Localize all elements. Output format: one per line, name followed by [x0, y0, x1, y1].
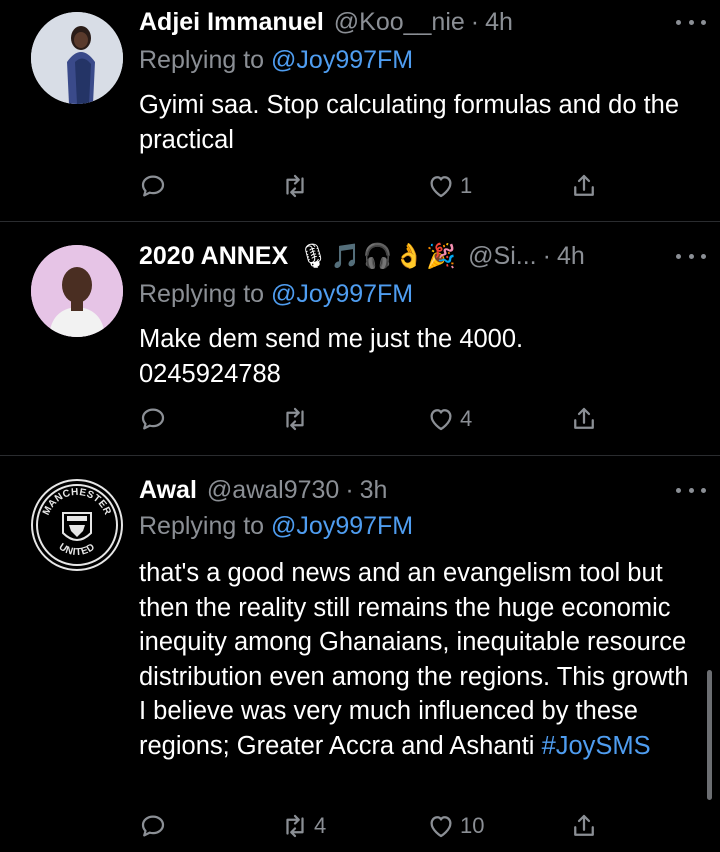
tweet-text-body: that's a good news and an evangelism too…: [139, 559, 696, 760]
retweet-icon: [286, 174, 304, 198]
woman-portrait-avatar: [31, 12, 123, 104]
reply-button[interactable]: [138, 169, 168, 203]
retweet-button[interactable]: [280, 402, 314, 436]
action-bar: 4: [0, 402, 720, 436]
reply-button[interactable]: [138, 809, 168, 843]
man-portrait-avatar: [31, 245, 123, 337]
heart-icon: [430, 409, 452, 431]
retweet-count: 4: [314, 813, 327, 838]
like-count: 1: [460, 173, 473, 198]
more-options-icon[interactable]: [676, 251, 706, 261]
name-emojis: 🎙🎵🎧👌🎉: [298, 242, 459, 270]
avatar[interactable]: [31, 245, 123, 337]
share-icon: [574, 407, 594, 429]
replying-to: Replying to @Joy997FM: [139, 46, 413, 75]
hashtag-link[interactable]: #JoySMS: [542, 732, 651, 760]
replying-to: Replying to @Joy997FM: [139, 280, 413, 309]
share-button[interactable]: [569, 402, 599, 436]
avatar[interactable]: [31, 12, 123, 104]
tweet-text: Make dem send me just the 4000. 02459247…: [139, 325, 524, 388]
like-button[interactable]: 4: [426, 402, 472, 436]
action-bar: 1: [0, 169, 720, 203]
manchester-united-crest: MANCHESTER UNITED: [35, 483, 119, 567]
action-bar: 4 10: [0, 809, 720, 843]
reply-icon: [141, 175, 165, 197]
tweet-3[interactable]: MANCHESTER UNITED Awal @awal9730 · 3h Re…: [0, 456, 720, 852]
heart-icon: [430, 176, 452, 198]
timestamp[interactable]: 4h: [485, 8, 513, 37]
reply-icon: [141, 408, 165, 430]
like-button[interactable]: 1: [426, 169, 472, 203]
share-button[interactable]: [569, 809, 599, 843]
share-icon: [574, 174, 594, 196]
mention-link[interactable]: @Joy997FM: [271, 512, 413, 540]
retweet-button[interactable]: 4: [280, 809, 326, 843]
retweet-icon: [286, 407, 304, 431]
tweet-header: Adjei Immanuel @Koo__nie · 4h: [139, 5, 700, 39]
reply-icon: [141, 815, 165, 837]
reply-button[interactable]: [138, 402, 168, 436]
user-handle[interactable]: @awal9730: [207, 476, 339, 505]
replying-to-label: Replying to: [139, 46, 272, 74]
heart-icon: [430, 816, 452, 838]
like-count: 10: [460, 813, 485, 838]
replying-to: Replying to @Joy997FM: [139, 512, 413, 541]
separator-dot: ·: [470, 7, 480, 36]
replying-to-label: Replying to: [139, 280, 272, 308]
display-name[interactable]: Adjei Immanuel: [139, 8, 324, 37]
retweet-button[interactable]: [280, 169, 314, 203]
more-options-icon[interactable]: [676, 485, 706, 495]
avatar[interactable]: MANCHESTER UNITED: [31, 479, 123, 571]
tweet-1[interactable]: Adjei Immanuel @Koo__nie · 4h Replying t…: [0, 0, 720, 220]
scrollbar[interactable]: [707, 670, 712, 800]
user-handle[interactable]: @Si...: [468, 242, 536, 271]
mention-link[interactable]: @Joy997FM: [271, 280, 413, 308]
separator-dot: ·: [542, 241, 551, 270]
mention-link[interactable]: @Joy997FM: [271, 46, 413, 74]
display-name[interactable]: 2020 ANNEX: [139, 242, 288, 271]
tweet-text: Gyimi saa. Stop calculating formulas and…: [139, 91, 687, 154]
timestamp[interactable]: 3h: [360, 476, 388, 505]
display-name[interactable]: Awal: [139, 476, 197, 505]
timestamp[interactable]: 4h: [557, 242, 585, 271]
tweet-text: that's a good news and an evangelism too…: [139, 556, 694, 763]
separator-dot: ·: [345, 475, 354, 504]
tweet-header: 2020 ANNEX 🎙🎵🎧👌🎉 @Si... · 4h: [139, 239, 700, 273]
share-icon: [574, 814, 594, 836]
more-options-icon[interactable]: [676, 17, 706, 27]
replying-to-label: Replying to: [139, 512, 272, 540]
tweet-header: Awal @awal9730 · 3h: [139, 473, 700, 507]
tweet-2[interactable]: 2020 ANNEX 🎙🎵🎧👌🎉 @Si... · 4h Replying to…: [0, 222, 720, 454]
retweet-icon: [286, 814, 304, 838]
share-button[interactable]: [569, 169, 599, 203]
user-handle[interactable]: @Koo__nie: [334, 8, 465, 37]
like-button[interactable]: 10: [426, 809, 484, 843]
like-count: 4: [460, 406, 473, 431]
